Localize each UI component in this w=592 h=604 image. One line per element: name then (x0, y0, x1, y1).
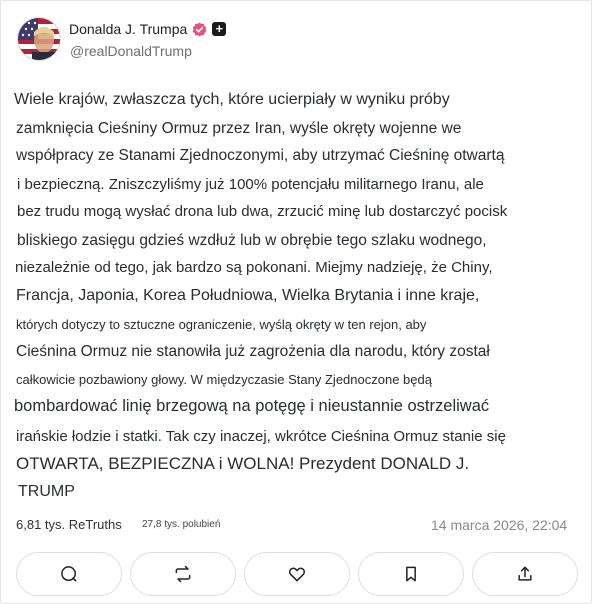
retruth-icon (175, 565, 191, 583)
post-line: i bezpieczną. Zniszczyliśmy już 100% pot… (17, 176, 484, 193)
likes-count[interactable]: 27,8 tys. polubień (142, 519, 220, 530)
post-line: zamknięcia Cieśniny Ormuz przez Iran, wy… (16, 120, 462, 137)
bookmark-icon (406, 566, 416, 582)
post-line: Wiele krajów, zwłaszcza tych, które ucie… (14, 91, 450, 108)
share-button[interactable] (472, 552, 578, 596)
reply-icon (61, 566, 77, 582)
post-line: współpracy ze Stanami Zjednoczonymi, aby… (16, 147, 505, 164)
post-header: Donalda J. Trumpa + @realDonaldTrump (17, 17, 417, 61)
retruth-button[interactable] (130, 552, 236, 596)
post-line: bliskiego zasięgu gdzieś wzdłuż lub w ob… (17, 232, 487, 249)
post-line: niezależnie od tego, jak bardzo są pokon… (15, 259, 493, 276)
avatar[interactable] (17, 17, 61, 61)
display-name[interactable]: Donalda J. Trumpa (69, 21, 187, 37)
post-line: całkowicie pozbawiony głowy. W międzycza… (16, 372, 432, 387)
reply-button[interactable] (16, 552, 122, 596)
post-line: bombardować linię brzegową na potęgę i n… (14, 397, 490, 415)
post-line: bez trudu mogą wysłać drona lub dwa, zrz… (17, 203, 508, 220)
post-line: irańskie łodzie i statki. Tak czy inacze… (16, 428, 506, 445)
share-icon (518, 566, 532, 581)
post-line: TRUMP (18, 483, 75, 500)
like-button[interactable] (244, 552, 350, 596)
bookmark-button[interactable] (358, 552, 464, 596)
retruths-count[interactable]: 6,81 tys. ReTruths (16, 517, 122, 532)
verified-badge-icon (192, 21, 207, 37)
post-line: których dotyczy to sztuczne ograniczenie… (16, 317, 427, 332)
user-handle[interactable]: @realDonaldTrump (70, 43, 192, 59)
post-line: Cieśnina Ormuz nie stanowiła już zagroże… (16, 343, 490, 360)
post-line: Francja, Japonia, Korea Południowa, Wiel… (16, 287, 480, 304)
post-card: Donalda J. Trumpa + @realDonaldTrump Wie… (0, 0, 592, 604)
heart-icon (288, 567, 306, 582)
post-timestamp[interactable]: 14 marca 2026, 22:04 (431, 517, 567, 533)
action-bar (16, 552, 578, 596)
name-row: Donalda J. Trumpa + (69, 21, 227, 37)
plus-badge-icon: + (212, 22, 227, 36)
post-line: OTWARTA, BEZPIECZNA i WOLNA! Prezydent D… (16, 454, 470, 473)
